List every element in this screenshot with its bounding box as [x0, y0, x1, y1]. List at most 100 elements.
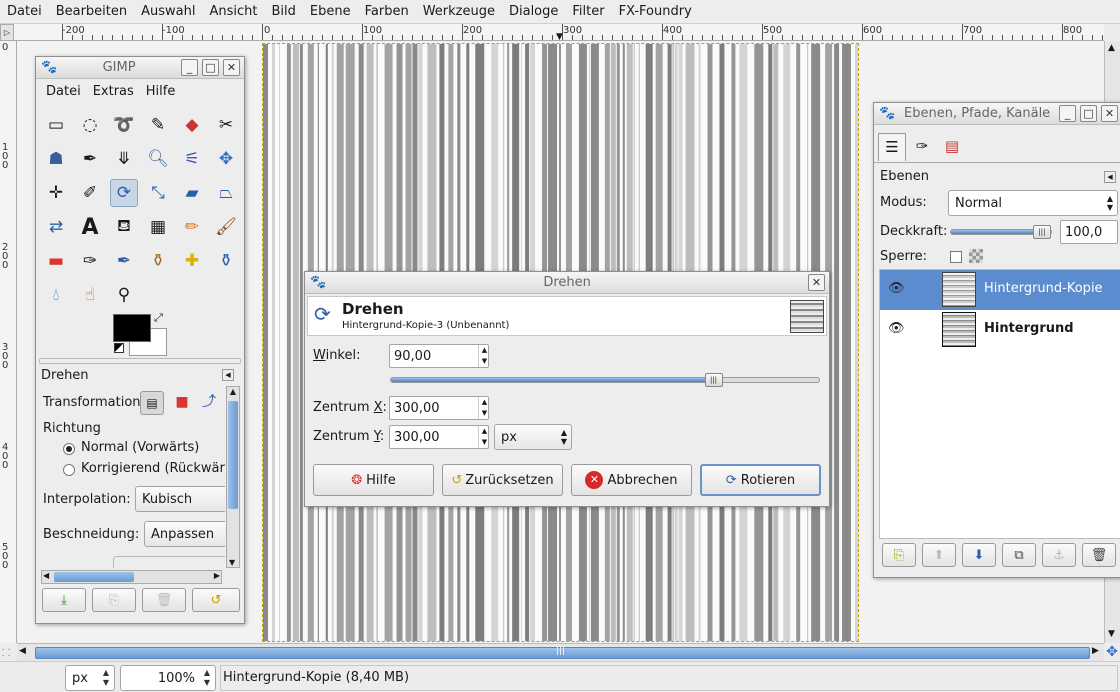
zoom-select[interactable]: 100% ▲ ▼ [120, 665, 216, 691]
help-button[interactable]: ❂ Hilfe [313, 464, 434, 496]
dialog-titlebar[interactable]: 🐾 Drehen ✕ [305, 272, 829, 294]
menu-farben[interactable]: Farben [358, 4, 416, 19]
rotate-button[interactable]: ⟳ Rotieren [700, 464, 821, 496]
fuzzy-select-icon[interactable]: ✎ [144, 111, 172, 139]
scroll-right-icon[interactable]: ▶ [214, 571, 220, 580]
toolbox-titlebar[interactable]: 🐾 GIMP _ □ ✕ [36, 57, 244, 79]
scroll-down-icon[interactable]: ▼ [229, 558, 235, 567]
swap-colors-icon[interactable]: ⤢ [154, 311, 163, 325]
layer-name[interactable]: Hintergrund-Kopie [984, 281, 1103, 296]
mode-select[interactable]: Normal ▲ ▼ [948, 190, 1118, 216]
tab-channels[interactable]: ▤ [938, 133, 966, 161]
color-picker-icon[interactable]: ⤋ [110, 145, 138, 173]
layer-name[interactable]: Hintergrund [984, 321, 1074, 336]
close-button[interactable]: ✕ [223, 59, 240, 76]
close-button[interactable]: ✕ [808, 274, 825, 291]
unit-select[interactable]: px ▲ ▼ [65, 665, 115, 691]
scroll-right-icon[interactable]: ▶ [1092, 646, 1099, 656]
scale-icon[interactable]: ⤡ [144, 179, 172, 207]
menu-auswahl[interactable]: Auswahl [134, 4, 202, 19]
scroll-up-icon[interactable]: ▲ [1108, 43, 1115, 53]
blend-icon[interactable]: ▦ [144, 213, 172, 241]
layer-row[interactable]: 👁︎ Hintergrund [880, 310, 1120, 350]
shear-icon[interactable]: ▰ [178, 179, 206, 207]
panel-menu-icon[interactable]: ◀ [1104, 171, 1116, 183]
center-x-spin-buttons[interactable]: ▲ ▼ [478, 397, 490, 419]
measure-icon[interactable]: ⚟ [178, 145, 206, 173]
scroll-left-icon[interactable]: ◀ [19, 646, 26, 656]
move-icon[interactable]: ✥ [212, 145, 240, 173]
heal-icon[interactable]: ✚ [178, 247, 206, 275]
menu-werkzeuge[interactable]: Werkzeuge [416, 4, 502, 19]
text-icon[interactable]: A [76, 213, 104, 241]
center-x-input[interactable]: 300,00 [389, 396, 489, 420]
menu-extras[interactable]: Extras [87, 84, 140, 99]
lasso-icon[interactable]: ➰ [110, 111, 138, 139]
menu-ansicht[interactable]: Ansicht [202, 4, 264, 19]
opacity-input[interactable]: 100,0 [1060, 220, 1118, 244]
radio-normal-label[interactable]: Normal (Vorwärts) [81, 440, 199, 455]
menu-dialoge[interactable]: Dialoge [502, 4, 565, 19]
eraser-icon[interactable]: ▬ [42, 247, 70, 275]
anchor-layer-button[interactable]: ⚓ [1042, 543, 1076, 567]
zoom-icon[interactable]: 🔍︎ [144, 145, 172, 173]
tab-layers[interactable]: ☰ [878, 133, 906, 161]
paths-icon[interactable]: ✒ [76, 145, 104, 173]
slider-handle[interactable]: ||| [1033, 225, 1051, 239]
rect-select-icon[interactable]: ▭ [42, 111, 70, 139]
ink-icon[interactable]: ✒ [110, 247, 138, 275]
maximize-button[interactable]: □ [202, 59, 219, 76]
minimize-button[interactable]: _ [181, 59, 198, 76]
blur-icon[interactable]: 💧︎ [42, 281, 70, 309]
crop-icon[interactable]: ✐ [76, 179, 104, 207]
eye-icon[interactable]: 👁︎ [888, 281, 905, 296]
perspective-clone-icon[interactable]: ⚱ [212, 247, 240, 275]
slider-handle[interactable]: ||| [704, 373, 723, 387]
menu-filter[interactable]: Filter [565, 4, 611, 19]
menu-bearbeiten[interactable]: Bearbeiten [49, 4, 134, 19]
transform-path-icon[interactable]: ⤴ [197, 391, 221, 415]
select-by-color-icon[interactable]: ◆ [178, 111, 206, 139]
reset-options-button[interactable]: ↺ [192, 588, 240, 612]
lower-layer-button[interactable]: ⬇ [962, 543, 996, 567]
align-icon[interactable]: ✛ [42, 179, 70, 207]
duplicate-layer-button[interactable]: ⧉ [1002, 543, 1036, 567]
menu-bild[interactable]: Bild [265, 4, 303, 19]
scroll-left-icon[interactable]: ◀ [43, 571, 49, 580]
perspective-icon[interactable]: ⏢ [212, 179, 240, 207]
menu-datei[interactable]: Datei [0, 4, 49, 19]
panel-separator[interactable] [39, 358, 241, 364]
menu-fx-foundry[interactable]: FX-Foundry [612, 4, 699, 19]
scrollbar-thumb[interactable]: ||| [35, 646, 1090, 659]
options-hscrollbar[interactable]: ◀ ▶ [41, 570, 222, 584]
interpolation-select[interactable]: Kubisch [135, 486, 225, 512]
save-options-button[interactable]: ⤓ [42, 588, 86, 612]
airbrush-icon[interactable]: ✑ [76, 247, 104, 275]
raise-layer-button[interactable]: ⬆ [922, 543, 956, 567]
bucket-fill-icon[interactable]: ⛾ [110, 213, 138, 241]
rotate-icon[interactable]: ⟳ [110, 179, 138, 207]
angle-slider[interactable]: ||| [390, 373, 820, 387]
quick-mask-corner[interactable]: ▷ [0, 24, 14, 41]
opacity-slider[interactable]: ||| [950, 225, 1052, 239]
clipping-select[interactable]: Anpassen [144, 521, 225, 547]
scrollbar-thumb[interactable] [54, 572, 134, 582]
smudge-icon[interactable]: ☝ [76, 281, 104, 309]
menu-hilfe[interactable]: Hilfe [140, 84, 182, 99]
minimize-button[interactable]: _ [1059, 105, 1076, 122]
center-y-spin-buttons[interactable]: ▲ ▼ [478, 426, 490, 448]
panel-menu-icon[interactable]: ◀ [222, 369, 234, 381]
options-scrollbar[interactable]: ▲ ▼ [226, 386, 240, 568]
ellipse-select-icon[interactable]: ◌ [76, 111, 104, 139]
zoom-toggle-icon[interactable]: ⸬ [2, 645, 10, 659]
transform-layer-icon[interactable]: ▤ [140, 391, 164, 415]
scissors-icon[interactable]: ✂ [212, 111, 240, 139]
menu-ebene[interactable]: Ebene [303, 4, 358, 19]
menu-datei[interactable]: Datei [40, 84, 87, 99]
close-button[interactable]: ✕ [1101, 105, 1118, 122]
layer-row[interactable]: 👁︎ Hintergrund-Kopie [880, 270, 1120, 310]
center-y-input[interactable]: 300,00 [389, 425, 489, 449]
navigate-icon[interactable]: ✥ [1104, 644, 1120, 661]
layers-titlebar[interactable]: 🐾 Ebenen, Pfade, Kanäle _ □ ✕ [874, 103, 1120, 125]
new-layer-button[interactable]: ⎘ [882, 543, 916, 567]
